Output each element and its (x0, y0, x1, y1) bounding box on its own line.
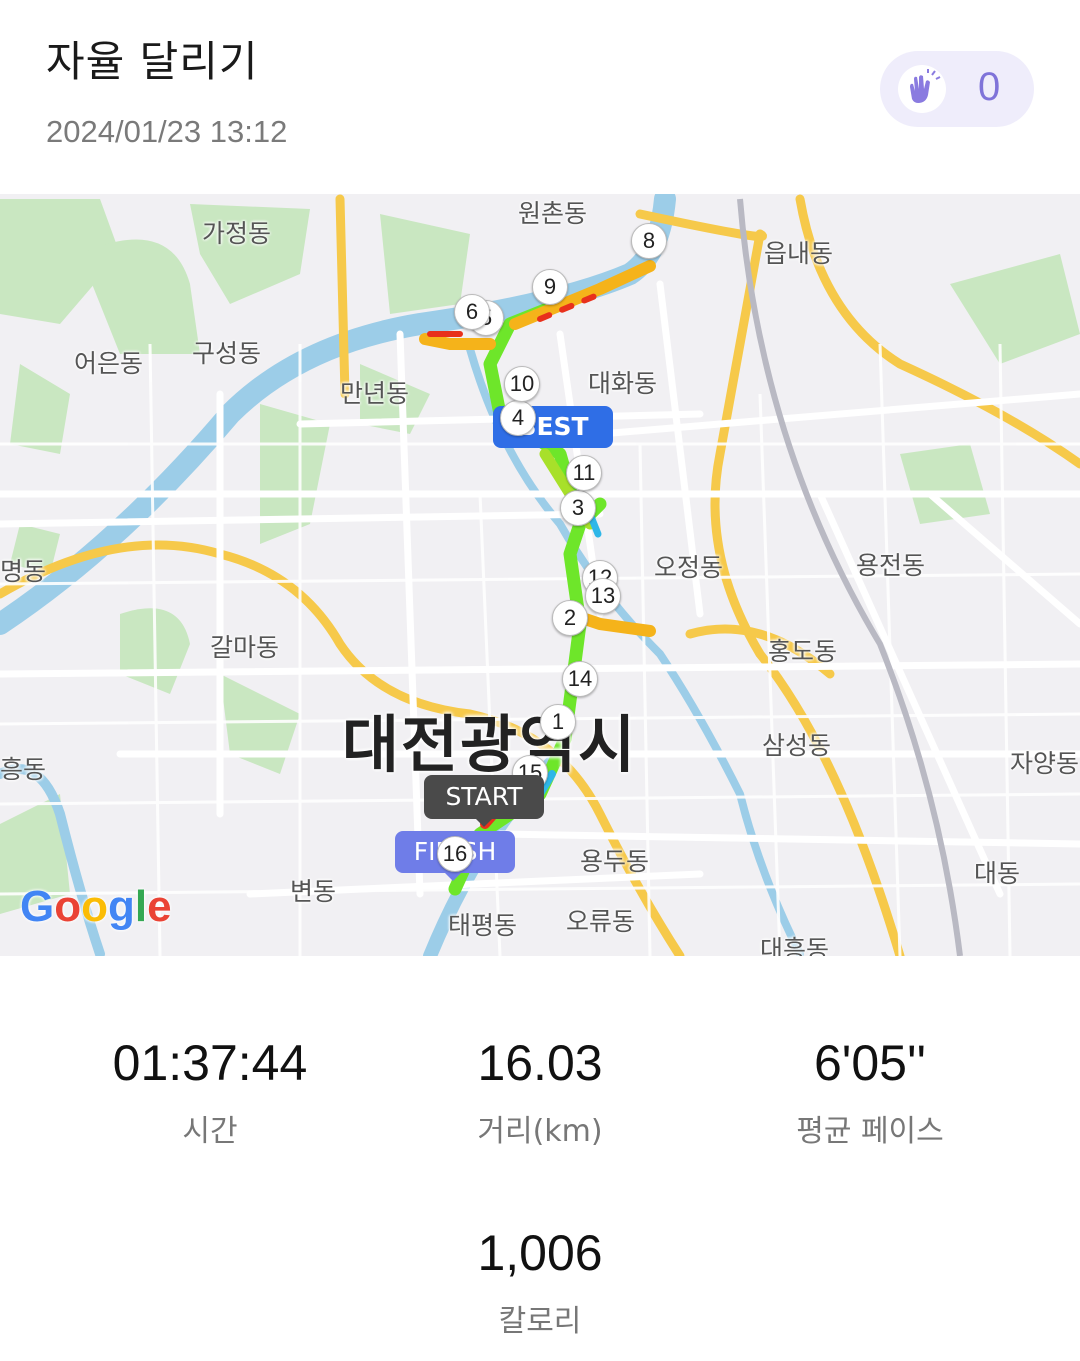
km-marker[interactable]: 3 (560, 490, 596, 526)
pace-label: 평균 페이스 (796, 1114, 944, 1149)
km-marker[interactable]: 9 (532, 269, 568, 305)
place-label: 갈마동 (210, 633, 280, 662)
place-label: 읍내동 (764, 239, 834, 268)
clap-count: 0 (978, 65, 1001, 109)
start-marker[interactable]: START (424, 775, 544, 827)
place-label: 어은동 (74, 349, 144, 378)
distance-label: 거리(km) (477, 1114, 603, 1149)
stat-pace: 6'05'' 평균 페이스 (690, 1034, 1050, 1150)
time-label: 시간 (182, 1114, 238, 1149)
stat-time: 01:37:44 시간 (30, 1034, 390, 1150)
clap-icon (898, 65, 946, 113)
place-label: 태평동 (448, 911, 518, 940)
place-label: 흥동 (0, 755, 47, 784)
place-label: 원촌동 (518, 199, 588, 228)
pace-value: 6'05'' (813, 1035, 927, 1091)
distance-value: 16.03 (477, 1035, 603, 1091)
calories-label: 칼로리 (498, 1304, 582, 1339)
km-marker[interactable]: 14 (562, 661, 598, 697)
km-marker[interactable]: 6 (454, 294, 490, 330)
place-label: 명동 (0, 557, 47, 586)
place-label: 대흥동 (760, 935, 830, 956)
km-marker[interactable]: 4 (500, 400, 536, 436)
clap-button[interactable]: 0 (880, 51, 1034, 127)
place-label: 가정동 (202, 219, 272, 248)
stat-distance: 16.03 거리(km) (360, 1034, 720, 1150)
place-label: 홍도동 (768, 637, 838, 666)
place-label: 삼성동 (762, 731, 832, 760)
km-marker[interactable]: 16 (437, 836, 473, 872)
activity-header: 자율 달리기 2024/01/23 13:12 0 (0, 0, 1080, 194)
place-label: 대동 (974, 859, 1021, 888)
km-marker[interactable]: 8 (631, 223, 667, 259)
km-marker[interactable]: 13 (585, 578, 621, 614)
stats-panel: 01:37:44 시간 16.03 거리(km) 6'05'' 평균 페이스 1… (0, 956, 1080, 1361)
activity-datetime: 2024/01/23 13:12 (46, 114, 288, 149)
activity-title: 자율 달리기 (46, 37, 259, 86)
time-value: 01:37:44 (112, 1035, 308, 1091)
stat-calories: 1,006 칼로리 (360, 1224, 720, 1340)
km-marker[interactable]: 1 (540, 704, 576, 740)
km-marker[interactable]: 2 (552, 600, 588, 636)
place-label: 오류동 (566, 907, 636, 936)
km-marker[interactable]: 10 (504, 366, 540, 402)
place-label: 대화동 (588, 369, 658, 398)
place-label: 만년동 (340, 379, 410, 408)
route-map[interactable]: 원촌동 가정동 읍내동 구성동 어은동 만년동 대화동 오정동 용전동 명동 갈… (0, 194, 1080, 956)
place-label: 오정동 (654, 553, 724, 582)
calories-value: 1,006 (477, 1225, 603, 1281)
place-label: 변동 (290, 877, 337, 906)
place-label: 구성동 (192, 339, 262, 368)
city-label: 대전광역시 (342, 708, 638, 781)
place-label: 용전동 (856, 551, 926, 580)
place-label: 자양동 (1010, 749, 1080, 778)
google-logo: Google (20, 882, 172, 931)
km-marker[interactable]: 11 (566, 455, 602, 491)
place-label: 용두동 (580, 847, 650, 876)
